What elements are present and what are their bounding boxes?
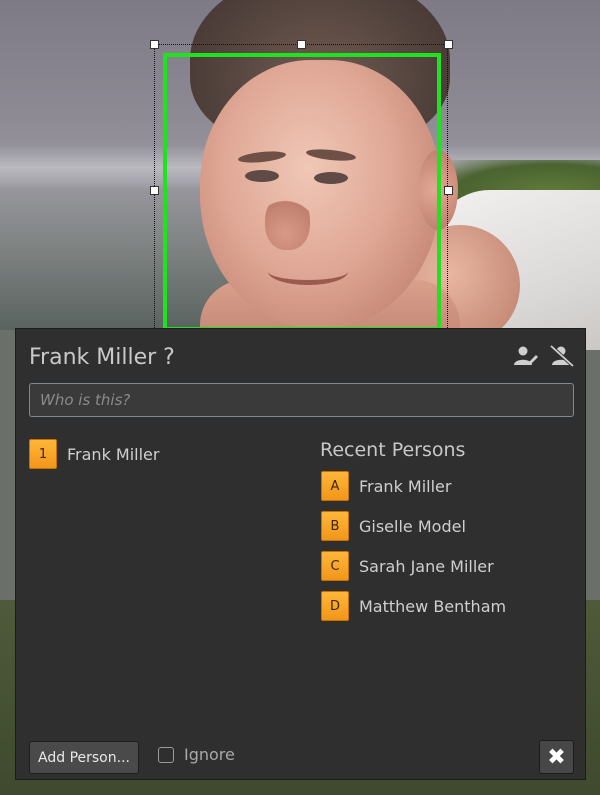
resize-handle-left[interactable] (150, 186, 159, 195)
resize-handle-top-left[interactable] (150, 40, 159, 49)
close-icon: ✖ (547, 744, 566, 770)
close-button[interactable]: ✖ (539, 740, 574, 774)
resize-handle-right[interactable] (444, 186, 453, 195)
recent-person-name: Giselle Model (359, 516, 466, 536)
resize-handle-top[interactable] (297, 40, 306, 49)
resize-handle-top-right[interactable] (444, 40, 453, 49)
ignore-toggle[interactable]: Ignore (158, 745, 235, 764)
recent-person-name: Matthew Bentham (359, 596, 507, 616)
recent-person-name: Sarah Jane Miller (359, 556, 494, 576)
recent-person-item[interactable]: D Matthew Bentham (321, 591, 506, 621)
suggestion-item[interactable]: 1 Frank Miller (29, 439, 159, 469)
recent-person-name: Frank Miller (359, 476, 452, 496)
shortcut-key-badge: A (321, 471, 349, 501)
ignore-label: Ignore (184, 745, 235, 764)
recent-person-item[interactable]: C Sarah Jane Miller (321, 551, 506, 581)
recent-persons-heading: Recent Persons (320, 439, 466, 461)
face-detection-box (163, 53, 441, 331)
shortcut-key-badge: C (321, 551, 349, 581)
dialog-title: Frank Miller ? (29, 345, 175, 370)
edit-person-icon[interactable] (513, 345, 539, 367)
shortcut-key-badge: 1 (29, 439, 57, 469)
recent-person-item[interactable]: A Frank Miller (321, 471, 506, 501)
add-person-button[interactable]: Add Person... (29, 741, 139, 774)
suggestion-name: Frank Miller (67, 444, 160, 464)
ignore-checkbox[interactable] (158, 746, 174, 763)
suggestion-list: 1 Frank Miller (29, 439, 159, 479)
recent-persons-list: Recent Persons A Frank Miller B Giselle … (320, 439, 506, 631)
shortcut-key-badge: D (321, 591, 349, 621)
person-tag-dialog: Frank Miller ? 1 Frank Miller Recent Per… (15, 328, 586, 780)
shortcut-key-badge: B (321, 511, 349, 541)
remove-person-icon[interactable] (549, 345, 575, 367)
person-name-input[interactable] (29, 383, 574, 417)
recent-person-item[interactable]: B Giselle Model (321, 511, 506, 541)
